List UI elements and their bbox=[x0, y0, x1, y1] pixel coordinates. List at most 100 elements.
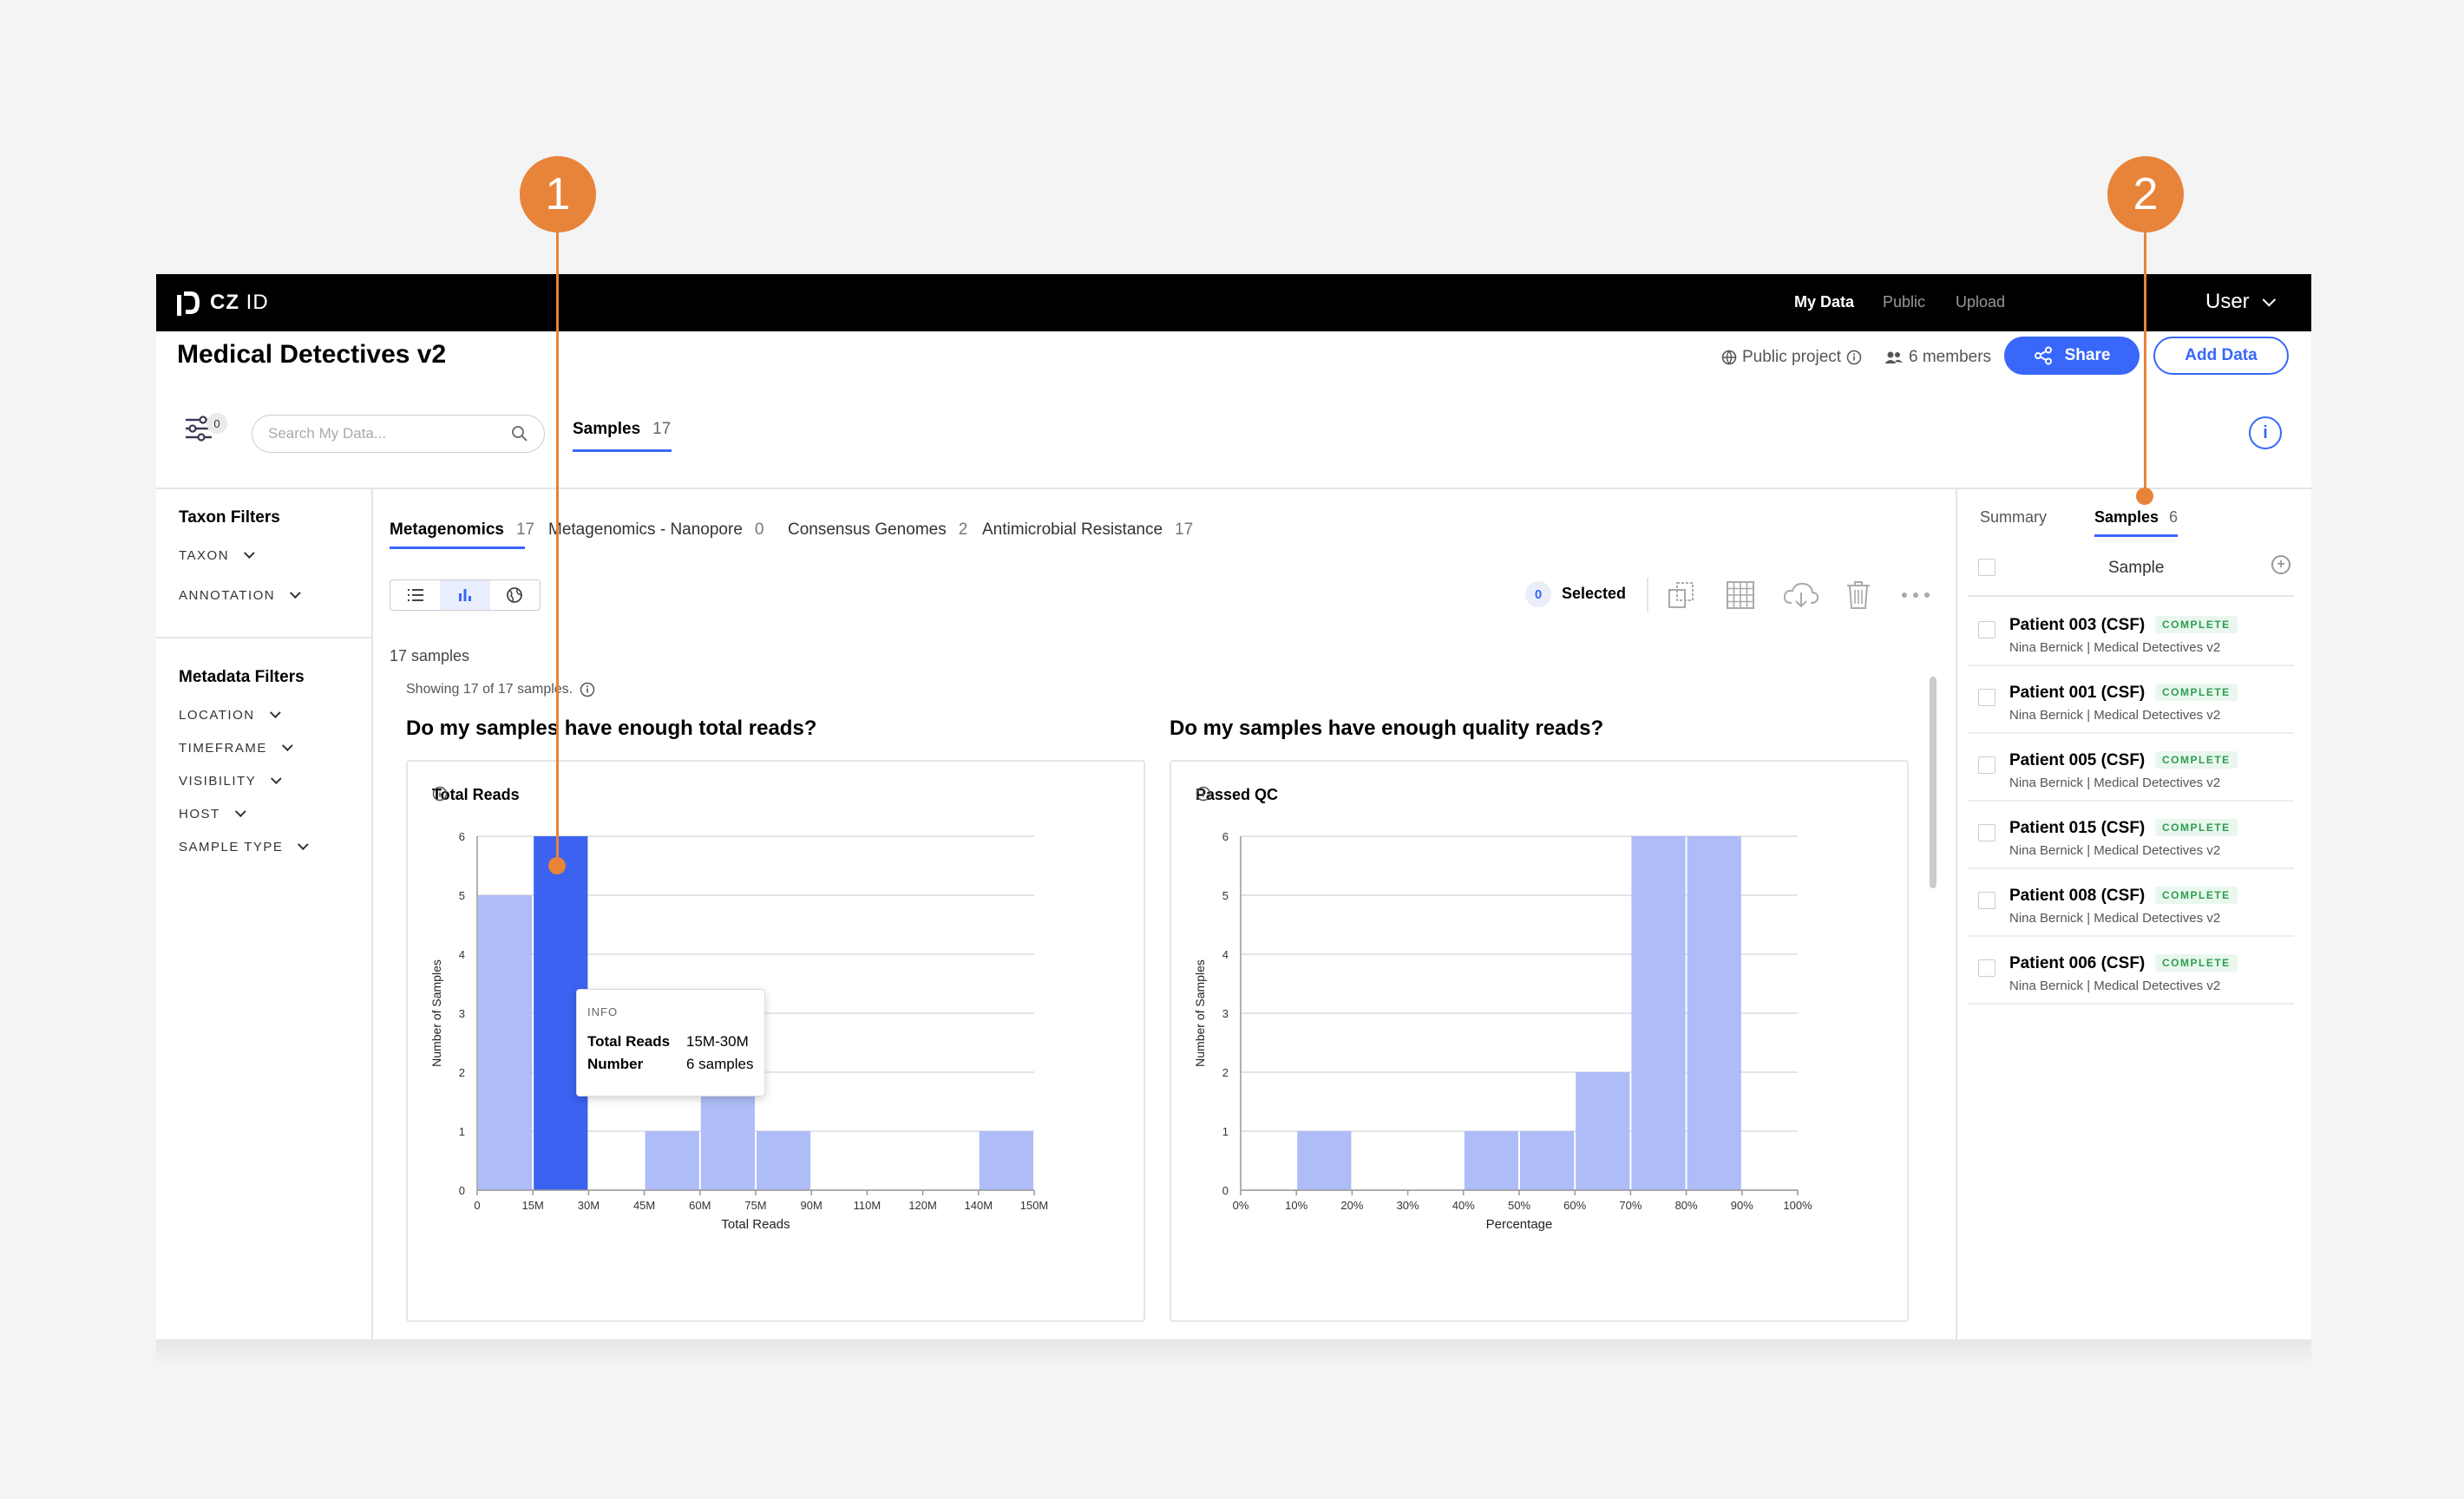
x-tick-label: 15M bbox=[522, 1199, 544, 1212]
content-scrollbar[interactable] bbox=[1930, 677, 1936, 888]
x-tick-label: 20% bbox=[1340, 1199, 1363, 1212]
list-item[interactable]: Patient 001 (CSF) COMPLETE Nina Bernick … bbox=[1968, 666, 2294, 734]
sample-owner: Nina Bernick | Medical Detectives v2 bbox=[2009, 776, 2221, 790]
tab-samples[interactable]: Samples 17 bbox=[573, 420, 671, 439]
tab-metagenomics[interactable]: Metagenomics 17 bbox=[390, 520, 534, 540]
tab-label: Antimicrobial Resistance bbox=[982, 520, 1163, 539]
share-icon bbox=[2034, 346, 2052, 365]
trash-icon[interactable] bbox=[1843, 579, 1874, 611]
showing-label: Showing 17 of 17 samples. bbox=[406, 682, 573, 697]
more-options-icon[interactable] bbox=[1900, 579, 1931, 611]
tab-consensus-genomes[interactable]: Consensus Genomes 2 bbox=[788, 520, 967, 540]
chart-view-icon[interactable] bbox=[440, 580, 490, 610]
project-members[interactable]: 6 members bbox=[1884, 348, 1991, 367]
sidebar-section-divider bbox=[156, 637, 371, 638]
info-panel-toggle-icon[interactable]: i bbox=[2249, 416, 2282, 449]
czid-logo[interactable]: CZ ID bbox=[175, 286, 269, 319]
y-tick-label: 4 bbox=[459, 948, 465, 961]
row-checkbox[interactable] bbox=[1978, 892, 1995, 909]
chevron-down-icon bbox=[2262, 292, 2276, 306]
toolbar-divider bbox=[1647, 578, 1648, 612]
project-visibility[interactable]: Public project bbox=[1721, 348, 1862, 367]
select-all-checkbox[interactable] bbox=[1978, 559, 1995, 576]
filter-visibility-label: VISIBILITY bbox=[179, 774, 257, 789]
tab-summary[interactable]: Summary bbox=[1980, 508, 2047, 527]
add-column-icon[interactable]: + bbox=[2271, 555, 2290, 574]
top-nav-bar: CZ ID My Data Public Upload User bbox=[156, 274, 2311, 331]
tab-antimicrobial-resistance[interactable]: Antimicrobial Resistance 17 bbox=[982, 520, 1193, 540]
filter-host[interactable]: HOST bbox=[179, 806, 246, 822]
callout-2-dot bbox=[2136, 488, 2153, 505]
x-tick-label: 45M bbox=[633, 1199, 655, 1212]
y-tick-label: 3 bbox=[459, 1007, 465, 1020]
nav-public[interactable]: Public bbox=[1883, 293, 1925, 311]
info-icon bbox=[580, 682, 595, 697]
x-axis-label: Percentage bbox=[1486, 1217, 1553, 1232]
callout-1-badge: 1 bbox=[520, 156, 596, 232]
divider bbox=[156, 488, 2311, 489]
cloud-download-icon[interactable] bbox=[1782, 579, 1820, 611]
callout-1-dot bbox=[548, 857, 566, 874]
sample-count-text: 17 samples bbox=[390, 647, 470, 664]
status-badge: COMPLETE bbox=[2155, 616, 2238, 633]
tooltip-key: Total Reads bbox=[587, 1033, 671, 1050]
filter-timeframe-label: TIMEFRAME bbox=[179, 741, 267, 756]
tab-active-indicator bbox=[2094, 534, 2178, 537]
histogram-bar bbox=[1520, 1131, 1575, 1190]
bulk-kickoff-icon[interactable] bbox=[1666, 579, 1697, 611]
tab-count: 17 bbox=[1175, 520, 1194, 539]
search-icon bbox=[512, 426, 528, 442]
nav-upload[interactable]: Upload bbox=[1956, 293, 2005, 311]
row-checkbox[interactable] bbox=[1978, 689, 1995, 706]
callout-2-line bbox=[2144, 208, 2146, 496]
tab-label: Metagenomics - Nanopore bbox=[548, 520, 743, 539]
sample-name: Patient 003 (CSF) bbox=[2009, 616, 2146, 634]
filter-sample-type[interactable]: SAMPLE TYPE bbox=[179, 839, 310, 854]
sample-owner: Nina Bernick | Medical Detectives v2 bbox=[2009, 979, 2221, 993]
row-checkbox[interactable] bbox=[1978, 959, 1995, 977]
filter-timeframe[interactable]: TIMEFRAME bbox=[179, 740, 293, 756]
x-tick-label: 30M bbox=[578, 1199, 600, 1212]
sample-name: Patient 001 (CSF) bbox=[2009, 684, 2146, 702]
heatmap-icon[interactable] bbox=[1725, 579, 1756, 611]
y-tick-label: 5 bbox=[459, 889, 465, 902]
filter-location[interactable]: LOCATION bbox=[179, 707, 281, 723]
window-shadow bbox=[156, 1339, 2311, 1365]
row-checkbox[interactable] bbox=[1978, 824, 1995, 841]
tooltip-value: 15M-30M bbox=[686, 1033, 749, 1050]
list-item[interactable]: Patient 006 (CSF) COMPLETE Nina Bernick … bbox=[1968, 937, 2294, 1005]
chevron-down-icon bbox=[298, 839, 310, 851]
add-data-button[interactable]: Add Data bbox=[2153, 337, 2289, 375]
list-item[interactable]: Patient 015 (CSF) COMPLETE Nina Bernick … bbox=[1968, 802, 2294, 869]
members-icon bbox=[1884, 351, 1903, 363]
list-item[interactable]: Patient 005 (CSF) COMPLETE Nina Bernick … bbox=[1968, 734, 2294, 802]
callout-1-line bbox=[556, 208, 559, 867]
x-tick-label: 60M bbox=[689, 1199, 711, 1212]
filter-taxon[interactable]: TAXON bbox=[179, 547, 255, 563]
share-button[interactable]: Share bbox=[2004, 337, 2140, 375]
tab-right-samples[interactable]: Samples 6 bbox=[2094, 508, 2178, 527]
row-checkbox[interactable] bbox=[1978, 621, 1995, 638]
filter-visibility[interactable]: VISIBILITY bbox=[179, 773, 282, 789]
status-badge: COMPLETE bbox=[2155, 954, 2238, 972]
tab-label: Consensus Genomes bbox=[788, 520, 947, 539]
status-badge: COMPLETE bbox=[2155, 751, 2238, 769]
nav-my-data[interactable]: My Data bbox=[1794, 293, 1854, 311]
user-menu[interactable]: User bbox=[2205, 290, 2276, 314]
list-item[interactable]: Patient 008 (CSF) COMPLETE Nina Bernick … bbox=[1968, 869, 2294, 937]
filter-sample-type-label: SAMPLE TYPE bbox=[179, 840, 284, 854]
row-checkbox[interactable] bbox=[1978, 756, 1995, 774]
x-tick-label: 90M bbox=[801, 1199, 822, 1212]
histogram-bar bbox=[1576, 1072, 1630, 1190]
sidebar-divider bbox=[371, 489, 373, 1339]
list-item[interactable]: Patient 003 (CSF) COMPLETE Nina Bernick … bbox=[1968, 599, 2294, 666]
search-input[interactable]: Search My Data... bbox=[252, 415, 545, 453]
filter-annotation[interactable]: ANNOTATION bbox=[179, 587, 301, 603]
list-view-icon[interactable] bbox=[390, 580, 440, 610]
histogram-bar bbox=[478, 895, 533, 1190]
tab-metagenomics-nanopore[interactable]: Metagenomics - Nanopore 0 bbox=[548, 520, 763, 540]
tooltip-header: INFO bbox=[587, 1005, 619, 1018]
map-view-icon[interactable] bbox=[490, 580, 540, 610]
czid-logo-icon bbox=[177, 291, 200, 316]
y-tick-label: 6 bbox=[459, 830, 465, 843]
